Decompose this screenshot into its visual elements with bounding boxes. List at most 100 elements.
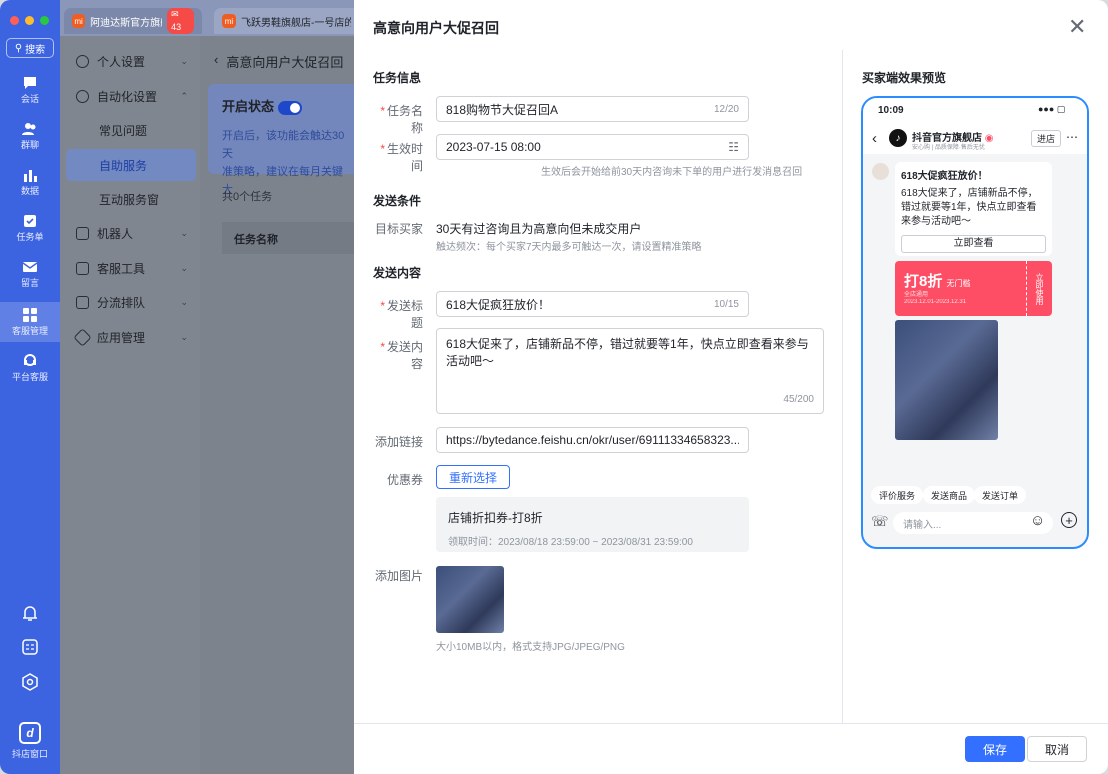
quick-send-order[interactable]: 发送订单: [974, 486, 1027, 504]
phone-call-icon[interactable]: ☏: [871, 513, 889, 530]
mi-logo-icon: mi: [72, 14, 86, 28]
status-card: 开启状态 开启后，该功能会触达30天 准策略，建议在每月关键大: [208, 84, 360, 196]
rail-item-group[interactable]: 群聊: [0, 122, 60, 151]
subject-label: * 发送标题: [380, 299, 423, 330]
coupon-card: 店铺折扣券-打8折 领取时间：2023/08/18 23:59:00 ~ 202…: [436, 497, 749, 552]
close-window-dot[interactable]: [10, 16, 19, 25]
tab-adidas[interactable]: mi 阿迪达斯官方旗舰店 ✉ 43: [64, 8, 202, 34]
rail-search-button[interactable]: ⚲ 搜索: [6, 38, 54, 58]
window-controls: [10, 16, 49, 25]
view-now-button[interactable]: 立即查看: [901, 235, 1046, 253]
tree-icon: [76, 295, 89, 309]
rail-bell-button[interactable]: [0, 604, 60, 622]
verified-icon: ◉: [984, 133, 994, 144]
chevron-down-icon: ⌄: [180, 262, 188, 273]
rail-item-chat[interactable]: 会话: [0, 76, 60, 105]
subject-input[interactable]: 618大促疯狂放价！ 10/15: [436, 291, 749, 317]
image-hint: 大小10MB以内，格式支持JPG/JPEG/PNG: [436, 642, 625, 653]
rail-item-message[interactable]: 留言: [0, 260, 60, 289]
status-toggle[interactable]: [278, 100, 303, 115]
tiktok-logo-icon: ♪: [889, 129, 907, 147]
menu-automation-settings[interactable]: 自动化设置 ⌃: [66, 80, 196, 112]
doudian-logo-icon: d: [19, 722, 41, 744]
image-label: 添加图片: [374, 569, 423, 583]
group-icon: [22, 123, 36, 135]
menu-personal-settings[interactable]: 个人设置 ⌄: [66, 45, 196, 77]
chevron-down-icon: ⌄: [180, 227, 188, 238]
plus-icon[interactable]: +: [1061, 512, 1077, 528]
menu-self-service[interactable]: 自助服务: [66, 149, 196, 181]
more-icon[interactable]: ⋯: [1066, 130, 1078, 144]
save-button[interactable]: 保存: [965, 736, 1025, 762]
divider: [842, 50, 843, 724]
menu-interactive-window[interactable]: 互动服务窗: [66, 183, 196, 215]
status-icons: ●●● ▢: [1038, 104, 1066, 114]
target-hint: 触达频次：每个买家7天内最多可触达一次，请设置精准策略: [436, 242, 702, 253]
quick-rate-service[interactable]: 评价服务: [871, 486, 924, 504]
modal-title: 高意向用户大促召回: [373, 20, 499, 36]
target-buyer-value: 30天有过咨询且为高意向但未成交用户: [436, 222, 642, 236]
settings-icon: [22, 673, 38, 691]
tab-feiyue[interactable]: mi 飞跃男鞋旗舰店-一号店的: [214, 8, 360, 34]
link-label: 添加链接: [374, 435, 423, 449]
close-icon[interactable]: ✕: [1068, 16, 1086, 38]
menu-queue[interactable]: 分流排队 ⌄: [66, 286, 196, 318]
shop-sub: 安心购 | 品质保障·售后无忧: [912, 145, 985, 151]
doudian-window-button[interactable]: d 抖店窗口: [10, 722, 50, 760]
mi-logo-icon: mi: [222, 14, 236, 28]
refresh-icon: [76, 89, 89, 103]
message-bubble: 618大促疯狂放价！ 618大促来了，店铺新品不停，错过就要等1年，快点立即查看…: [895, 162, 1052, 256]
time-hint: 生效后会开始给前30天内咨询未下单的用户进行发消息召回: [541, 167, 803, 178]
rail-settings-button[interactable]: [0, 673, 60, 691]
link-input[interactable]: https://bytedance.feishu.cn/okr/user/691…: [436, 427, 749, 453]
settings-menu: [60, 36, 200, 774]
rail-item-platform-service[interactable]: 平台客服: [0, 354, 60, 383]
content-label: * 发送内容: [380, 340, 423, 371]
toolbox-icon: [76, 261, 89, 275]
rail-item-data[interactable]: 数据: [0, 168, 60, 197]
headset-icon: [24, 354, 36, 366]
reselect-button[interactable]: 重新选择: [436, 465, 511, 489]
rail-card-button[interactable]: [0, 638, 60, 656]
calendar-icon: ☷: [728, 140, 739, 154]
mail-icon: [22, 262, 38, 272]
emoji-icon[interactable]: ☺: [1030, 512, 1045, 529]
menu-robot[interactable]: 机器人 ⌄: [66, 217, 196, 249]
chat-input[interactable]: 请输入...: [893, 512, 1053, 534]
target-buyer-label: 目标买家: [374, 222, 423, 236]
menu-faq[interactable]: 常见问题: [66, 114, 196, 146]
minimize-window-dot[interactable]: [25, 16, 34, 25]
chart-icon: [24, 170, 37, 182]
task-count: 共0个任务: [222, 191, 273, 203]
quick-send-product[interactable]: 发送商品: [923, 486, 976, 504]
menu-service-tools[interactable]: 客服工具 ⌄: [66, 252, 196, 284]
task-icon: [24, 215, 36, 227]
use-now-button[interactable]: 立即使用: [1026, 261, 1052, 316]
cancel-button[interactable]: 取消: [1027, 736, 1087, 762]
back-header[interactable]: ‹ 高意向用户大促召回: [214, 52, 343, 71]
back-icon[interactable]: ‹: [872, 130, 877, 147]
search-icon: ⚲: [14, 42, 23, 54]
maximize-window-dot[interactable]: [40, 16, 49, 25]
uploaded-image[interactable]: [436, 566, 504, 633]
task-name-input[interactable]: 818购物节大促召回A 12/20: [436, 96, 749, 122]
task-name-label: * 任务名称: [380, 104, 423, 135]
rail-item-task[interactable]: 任务单: [0, 214, 60, 243]
menu-app-manage[interactable]: 应用管理 ⌄: [66, 321, 196, 353]
chevron-down-icon: ⌄: [180, 331, 188, 342]
section-task-info: 任务信息: [373, 71, 422, 85]
rail-item-service-manage[interactable]: 客服管理: [0, 302, 60, 342]
agent-avatar: [872, 163, 889, 180]
chevron-up-icon: ⌃: [180, 90, 188, 101]
chevron-down-icon: ⌄: [180, 296, 188, 307]
unread-badge: ✉ 43: [167, 8, 194, 34]
grid-icon: [23, 307, 37, 322]
cube-icon: [73, 327, 92, 347]
chat-icon: [24, 77, 36, 89]
coupon-label: 优惠券: [386, 473, 423, 487]
effective-time-picker[interactable]: 2023-07-15 08:00 ☷: [436, 134, 749, 160]
image-preview: [895, 320, 998, 440]
enter-shop-button[interactable]: 进店: [1031, 130, 1062, 147]
content-textarea[interactable]: 618大促来了，店铺新品不停，错过就要等1年，快点立即查看来参与活动吧～ 45/…: [436, 328, 824, 414]
table-header: 任务名称: [222, 222, 360, 254]
